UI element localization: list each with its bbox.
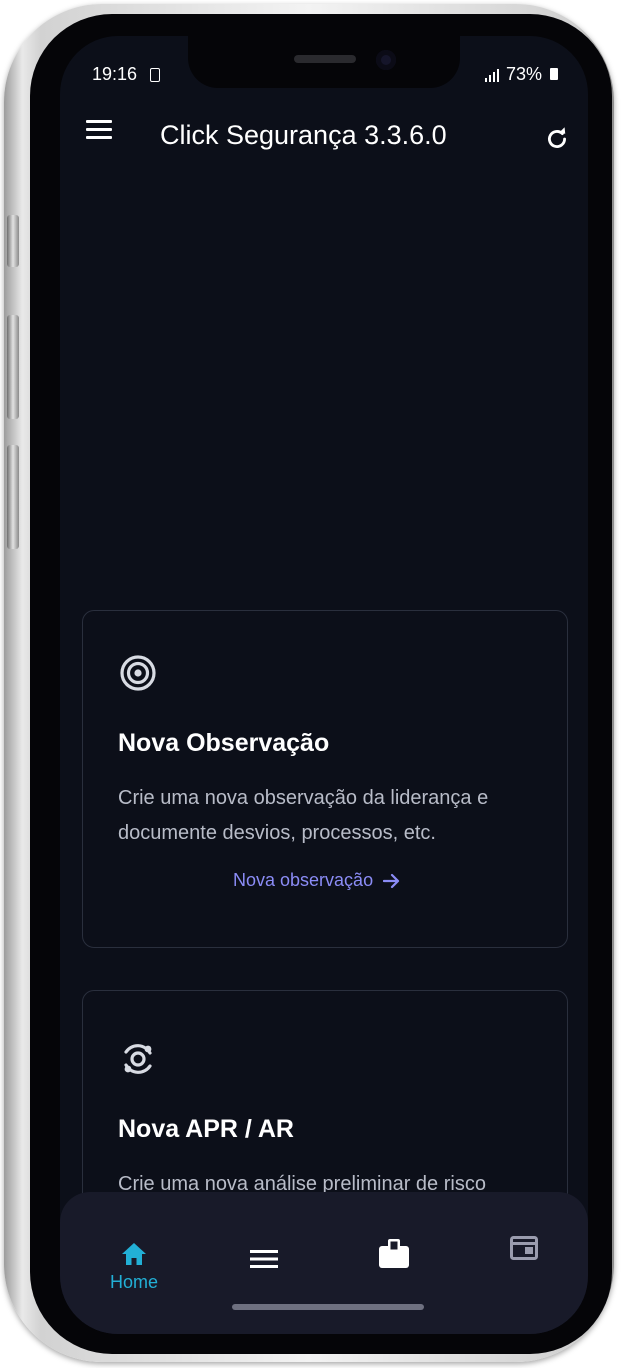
link-label: Nova observação [233, 870, 374, 890]
new-observation-card[interactable]: Nova Observação Crie uma nova observação… [82, 610, 568, 948]
briefcase-icon [379, 1239, 409, 1268]
nav-window[interactable] [458, 1192, 588, 1292]
speaker-grille [294, 55, 356, 63]
app-screen: 19:16 73% Click Segurança 3.3.6.0 Nova O… [60, 36, 588, 1334]
home-indicator[interactable] [232, 1304, 424, 1310]
app-title: Click Segurança 3.3.6.0 [160, 120, 447, 150]
volume-up-button [7, 315, 19, 419]
battery-icon [550, 68, 558, 80]
card-description: Crie uma nova observação da liderança e … [118, 787, 489, 844]
sim-icon [150, 68, 160, 82]
window-icon [510, 1236, 538, 1260]
orbit-icon [124, 1044, 152, 1074]
nav-briefcase[interactable] [328, 1192, 460, 1292]
mute-switch [7, 215, 19, 267]
front-camera [376, 50, 396, 70]
refresh-icon[interactable] [544, 126, 570, 152]
battery-percentage: 73% [506, 64, 543, 84]
home-icon [122, 1243, 146, 1265]
volume-down-button [7, 445, 19, 549]
status-time: 19:16 [92, 64, 138, 84]
signal-icon [485, 68, 499, 82]
hamburger-menu-icon[interactable] [86, 120, 114, 140]
list-icon [250, 1250, 278, 1268]
nav-home-label: Home [109, 1272, 158, 1292]
bottom-navigation: Home [60, 1192, 588, 1334]
new-observation-link[interactable]: Nova observação [233, 870, 401, 891]
nav-list[interactable] [198, 1192, 330, 1292]
card-title: Nova APR / AR [118, 1115, 294, 1143]
target-icon [120, 655, 156, 691]
card-title: Nova Observação [118, 729, 330, 757]
notch [188, 36, 460, 88]
arrow-right-icon [383, 873, 400, 888]
nav-home[interactable]: Home [68, 1192, 200, 1292]
